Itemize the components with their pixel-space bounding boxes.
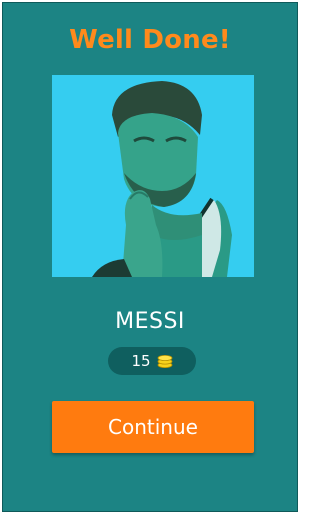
coin-reward-badge: 15 [108,347,196,375]
page-title: Well Done! [69,25,231,55]
continue-button[interactable]: Continue [52,401,254,453]
answer-name: MESSI [115,309,185,334]
coin-stack-icon [157,354,173,368]
player-photo [52,75,254,277]
game-screen: Well Done! MESSI 15 Continue [2,2,298,512]
coin-amount: 15 [131,352,151,370]
